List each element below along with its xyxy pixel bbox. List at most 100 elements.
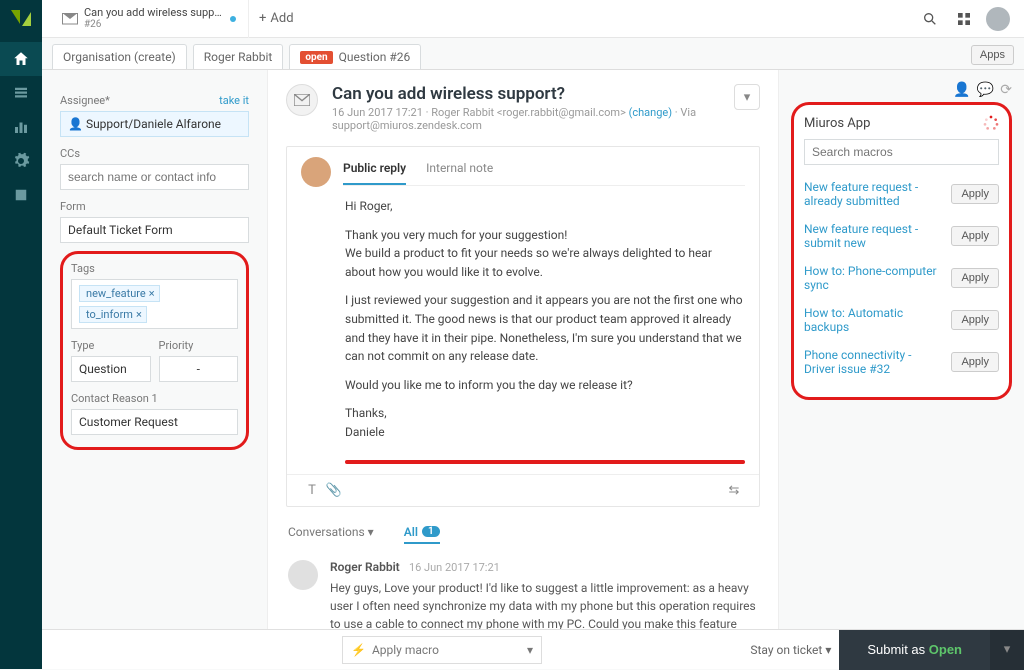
take-it-link[interactable]: take it <box>219 94 249 107</box>
left-nav-rail <box>0 0 42 669</box>
breadcrumb-org[interactable]: Organisation (create) <box>52 44 187 69</box>
add-label: Add <box>270 11 293 26</box>
tag-chip[interactable]: to_inform× <box>79 306 147 323</box>
ccs-input[interactable] <box>60 164 249 190</box>
conversation-panel: Can you add wireless support? 16 Jun 201… <box>267 70 779 629</box>
form-select[interactable]: Default Ticket Form <box>60 217 249 243</box>
apps-toggle-button[interactable]: Apps <box>971 45 1014 65</box>
contact-reason-label: Contact Reason 1 <box>71 392 238 405</box>
submit-dropdown-button[interactable]: ▾ <box>990 630 1024 670</box>
nav-views[interactable] <box>0 76 42 110</box>
type-label: Type <box>71 339 151 352</box>
apply-macro-button[interactable]: Apply <box>951 184 999 204</box>
change-requester-link[interactable]: (change) <box>629 106 672 119</box>
macro-row: How to: Phone-computer sync Apply <box>804 257 999 299</box>
macro-link[interactable]: Phone connectivity - Driver issue #32 <box>804 348 943 376</box>
form-label: Form <box>60 200 249 213</box>
top-tab-bar: Can you add wireless suppo... #26 + Add <box>42 0 1024 38</box>
plus-icon: + <box>259 11 266 26</box>
assignee-value: Support/Daniele Alfarone <box>86 117 221 131</box>
add-tab-button[interactable]: + Add <box>249 0 304 38</box>
contact-reason-select[interactable]: Customer Request <box>71 409 238 435</box>
priority-select[interactable]: - <box>159 356 239 382</box>
comment-icon[interactable]: 💬 <box>977 82 994 98</box>
filter-all[interactable]: All 1 <box>404 525 440 544</box>
apply-macro-dropdown[interactable]: ⚡ Apply macro ▾ <box>342 636 542 664</box>
search-icon[interactable] <box>916 5 944 33</box>
profile-avatar[interactable] <box>984 5 1012 33</box>
apply-macro-button[interactable]: Apply <box>951 268 999 288</box>
mail-icon <box>62 13 78 25</box>
tag-chip[interactable]: new_feature× <box>79 285 160 302</box>
stay-on-ticket-dropdown[interactable]: Stay on ticket ▾ <box>750 643 831 657</box>
nav-reporting[interactable] <box>0 110 42 144</box>
unsaved-dot-icon <box>230 16 236 22</box>
reply-textarea[interactable]: Hi Roger, Thank you very much for your s… <box>287 187 759 456</box>
agent-avatar <box>301 157 331 187</box>
macro-row: How to: Automatic backups Apply <box>804 299 999 341</box>
macro-link[interactable]: New feature request - already submitted <box>804 180 943 208</box>
ticket-meta: 16 Jun 2017 17:21 · Roger Rabbit <roger.… <box>332 106 720 132</box>
tab-title: Can you add wireless suppo... <box>84 7 224 19</box>
macro-link[interactable]: How to: Phone-computer sync <box>804 264 943 292</box>
user-icon[interactable]: 👤 <box>953 82 970 98</box>
remove-tag-icon[interactable]: × <box>149 287 155 300</box>
macro-link[interactable]: How to: Automatic backups <box>804 306 943 334</box>
nav-admin[interactable] <box>0 144 42 178</box>
miuros-title: Miuros App <box>804 116 870 131</box>
macro-row: New feature request - submit new Apply <box>804 215 999 257</box>
nav-home[interactable] <box>0 42 42 76</box>
apps-sidebar: 👤 💬 ⟳ Miuros App New feature request - a… <box>779 70 1024 629</box>
tags-field[interactable]: new_feature× to_inform× <box>71 279 238 329</box>
apply-macro-button[interactable]: Apply <box>951 226 999 246</box>
channel-icon <box>286 84 318 116</box>
text-format-icon[interactable]: T <box>301 483 323 498</box>
message-time: 16 Jun 2017 17:21 <box>409 561 500 574</box>
ticket-options-button[interactable]: ▾ <box>734 84 760 110</box>
assignee-label: Assignee <box>60 94 110 107</box>
breadcrumb-requester[interactable]: Roger Rabbit <box>193 44 284 69</box>
lightning-icon: ⚡ <box>351 643 366 657</box>
cursor-underline <box>345 460 745 464</box>
expand-icon[interactable]: ⇆ <box>723 483 745 498</box>
public-reply-tab[interactable]: Public reply <box>343 157 406 185</box>
requester-avatar <box>288 560 318 590</box>
message-body: Hey guys, Love your product! I'd like to… <box>330 579 758 629</box>
chevron-down-icon: ▾ <box>527 643 533 657</box>
breadcrumb-ticket[interactable]: open Question #26 <box>289 44 421 69</box>
footer-bar: ⚡ Apply macro ▾ Stay on ticket ▾ Submit … <box>42 629 1024 669</box>
attachment-icon[interactable]: 📎 <box>323 483 345 498</box>
apps-grid-icon[interactable] <box>950 5 978 33</box>
ticket-fields-panel: Assignee take it 👤 Support/Daniele Alfaro… <box>42 70 267 629</box>
apply-macro-button[interactable]: Apply <box>951 310 999 330</box>
person-icon: 👤 <box>68 117 83 131</box>
nav-other[interactable] <box>0 178 42 212</box>
macro-row: Phone connectivity - Driver issue #32 App… <box>804 341 999 383</box>
apply-macro-label: Apply macro <box>372 643 439 657</box>
macro-row: New feature request - already submitted A… <box>804 173 999 215</box>
conversation-count: 1 <box>422 526 440 537</box>
highlighted-fields: Tags new_feature× to_inform× Type Questi… <box>60 251 249 450</box>
priority-label: Priority <box>159 339 239 352</box>
internal-note-tab[interactable]: Internal note <box>426 157 493 185</box>
message-author: Roger Rabbit <box>330 560 400 574</box>
apply-macro-button[interactable]: Apply <box>951 352 999 372</box>
tags-label: Tags <box>71 262 238 275</box>
ticket-subject: Can you add wireless support? <box>332 84 720 104</box>
zendesk-logo <box>9 6 33 30</box>
type-select[interactable]: Question <box>71 356 151 382</box>
macro-search-input[interactable] <box>804 139 999 165</box>
ticket-tab[interactable]: Can you add wireless suppo... #26 <box>50 0 249 38</box>
refresh-icon[interactable]: ⟳ <box>1000 82 1012 98</box>
conversations-dropdown[interactable]: Conversations ▾ <box>288 525 374 544</box>
breadcrumb-ticket-label: Question #26 <box>339 50 411 64</box>
submit-button[interactable]: Submit as Open <box>839 630 990 670</box>
assignee-field[interactable]: 👤 Support/Daniele Alfarone <box>60 111 249 137</box>
message-item: Roger Rabbit 16 Jun 2017 17:21 Hey guys,… <box>268 548 778 629</box>
macro-link[interactable]: New feature request - submit new <box>804 222 943 250</box>
ccs-label: CCs <box>60 147 249 160</box>
status-badge: open <box>300 51 332 64</box>
loading-spinner-icon <box>983 115 999 131</box>
remove-tag-icon[interactable]: × <box>136 308 142 321</box>
reply-editor: Public reply Internal note Hi Roger, Tha… <box>286 146 760 507</box>
